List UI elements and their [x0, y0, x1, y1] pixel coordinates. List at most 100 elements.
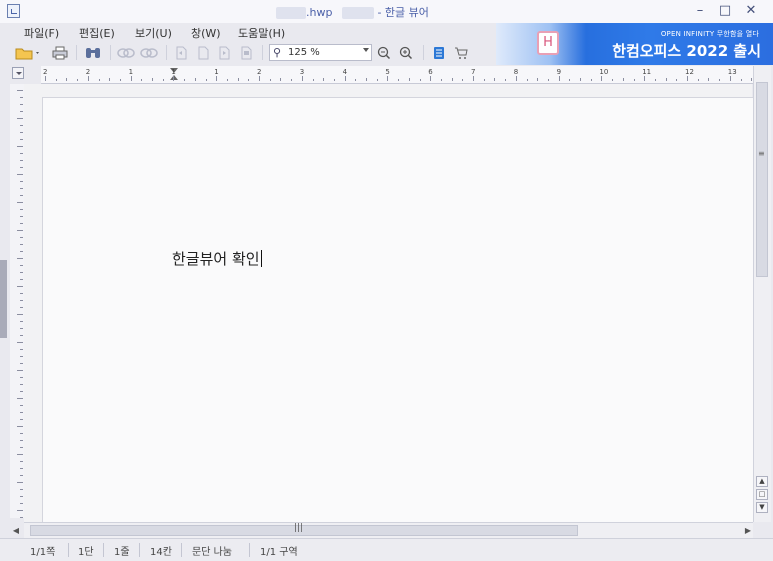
page-next-icon[interactable] — [215, 44, 233, 61]
ad-banner[interactable]: H OPEN INFINITY 무한함을 열다 한컴오피스 2022 출시 — [496, 23, 773, 65]
ruler-tick — [20, 461, 23, 462]
ruler-number: 2 — [43, 68, 48, 76]
ruler-tick — [654, 79, 656, 81]
ruler-tick — [20, 188, 23, 189]
next-page-button[interactable]: ▼ — [756, 502, 768, 513]
scroll-left-button[interactable]: ◀ — [11, 525, 21, 536]
document-text[interactable]: 한글뷰어 확인 — [172, 248, 262, 269]
find-binoculars-icon[interactable] — [82, 44, 104, 61]
ruler-tick — [259, 76, 260, 81]
vertical-scrollbar[interactable]: ≡ ▲ □ ▼ — [753, 66, 771, 522]
status-separator — [139, 543, 140, 557]
text-caret — [260, 250, 262, 267]
ruler-tick — [20, 321, 23, 322]
ruler-tick — [419, 79, 421, 81]
ruler-tick — [109, 78, 111, 81]
vertical-scroll-thumb[interactable] — [756, 82, 768, 277]
page-icon[interactable] — [194, 44, 212, 61]
ruler-tick — [590, 79, 592, 81]
print-icon[interactable] — [50, 44, 70, 61]
ruler-number: 9 — [556, 68, 562, 76]
hancom-logo-icon: H — [537, 31, 559, 55]
ruler-tick — [17, 454, 23, 455]
link-icon[interactable] — [116, 44, 136, 61]
ruler-tick — [323, 78, 325, 81]
side-panel-handle[interactable] — [0, 260, 7, 338]
ruler-tick — [20, 104, 23, 105]
ruler-number: 4 — [342, 68, 348, 76]
chevron-down-icon[interactable] — [363, 48, 369, 52]
ruler-tick — [20, 335, 23, 336]
ruler-tick — [376, 79, 378, 81]
page-view-button[interactable]: □ — [756, 489, 768, 500]
zoom-in-icon[interactable] — [397, 44, 415, 61]
ruler-tick — [216, 76, 218, 81]
bookmark-icon[interactable] — [430, 44, 448, 61]
status-char: 14칸 — [150, 547, 172, 558]
ruler-tick — [430, 76, 432, 81]
zoom-out-icon[interactable] — [375, 44, 393, 61]
menu-bar: 파일(F) 편집(E) 보기(U) 창(W) 도움말(H) — [0, 23, 500, 41]
ruler-tick — [226, 79, 228, 81]
magnifier-icon: ⚲ — [273, 46, 282, 59]
ruler-tick — [17, 90, 23, 91]
zoom-select[interactable]: ⚲ 125 % — [269, 44, 372, 61]
close-button[interactable]: ✕ — [741, 2, 761, 20]
ruler-tick — [141, 79, 143, 81]
page-prev-icon[interactable] — [172, 44, 190, 61]
ruler-tick — [17, 426, 23, 427]
ruler-number: 6 — [428, 68, 433, 76]
prev-page-button[interactable]: ▲ — [756, 476, 768, 487]
horizontal-ruler[interactable]: 2 2 1 1 1 2 3 4 5 6 7 8 9 10 11 12 13 — [41, 66, 753, 84]
ruler-tick — [20, 97, 23, 98]
zoom-value: 125 % — [288, 47, 320, 58]
menu-view[interactable]: 보기(U) — [135, 25, 172, 41]
ruler-number: 3 — [299, 68, 305, 76]
menu-help[interactable]: 도움말(H) — [238, 25, 285, 41]
cart-icon[interactable] — [452, 44, 470, 61]
ruler-tick — [20, 132, 23, 133]
ruler-tick — [17, 482, 23, 483]
ruler-tick — [20, 384, 23, 385]
horizontal-scroll-thumb[interactable] — [30, 525, 578, 536]
ruler-tick — [708, 78, 710, 81]
window-title: .hwp - 한글 뷰어 — [276, 4, 429, 20]
ruler-tick — [20, 391, 23, 392]
ruler-tick — [20, 503, 23, 504]
ruler-tick — [301, 76, 303, 81]
page-last-icon[interactable] — [237, 44, 255, 61]
ruler-tick — [194, 78, 196, 81]
minimize-button[interactable]: – — [690, 2, 710, 20]
toolbar-separator — [166, 45, 167, 60]
ruler-tick — [20, 377, 23, 378]
horizontal-scrollbar[interactable]: ◀ ||| ▶ — [13, 522, 753, 538]
ruler-tick — [547, 79, 549, 81]
ruler-tick — [152, 78, 153, 81]
ruler-tick — [483, 79, 485, 81]
app-icon[interactable] — [7, 4, 20, 18]
scroll-grip-icon: ||| — [294, 523, 304, 533]
ruler-tick — [20, 265, 23, 266]
ruler-tick — [665, 78, 667, 81]
ruler-toggle-button[interactable] — [12, 67, 24, 79]
unlink-icon[interactable] — [139, 44, 159, 61]
menu-window[interactable]: 창(W) — [191, 25, 221, 41]
ruler-tick — [20, 111, 23, 112]
ruler-tick — [98, 79, 100, 81]
menu-file[interactable]: 파일(F) — [24, 25, 59, 41]
ruler-tick — [366, 78, 367, 81]
ruler-tick — [17, 146, 23, 147]
menu-edit[interactable]: 편집(E) — [79, 25, 115, 41]
open-folder-icon[interactable] — [14, 44, 42, 61]
ruler-tick — [398, 79, 400, 81]
scroll-right-button[interactable]: ▶ — [743, 525, 753, 536]
ruler-tick — [20, 419, 23, 420]
ruler-tick — [17, 398, 23, 399]
ruler-tick — [20, 195, 23, 196]
ruler-tick — [45, 76, 46, 81]
ruler-tick — [20, 475, 23, 476]
ruler-tick — [17, 174, 23, 175]
document-page[interactable] — [42, 97, 753, 523]
ruler-tick — [729, 76, 731, 81]
maximize-button[interactable]: □ — [715, 2, 735, 20]
